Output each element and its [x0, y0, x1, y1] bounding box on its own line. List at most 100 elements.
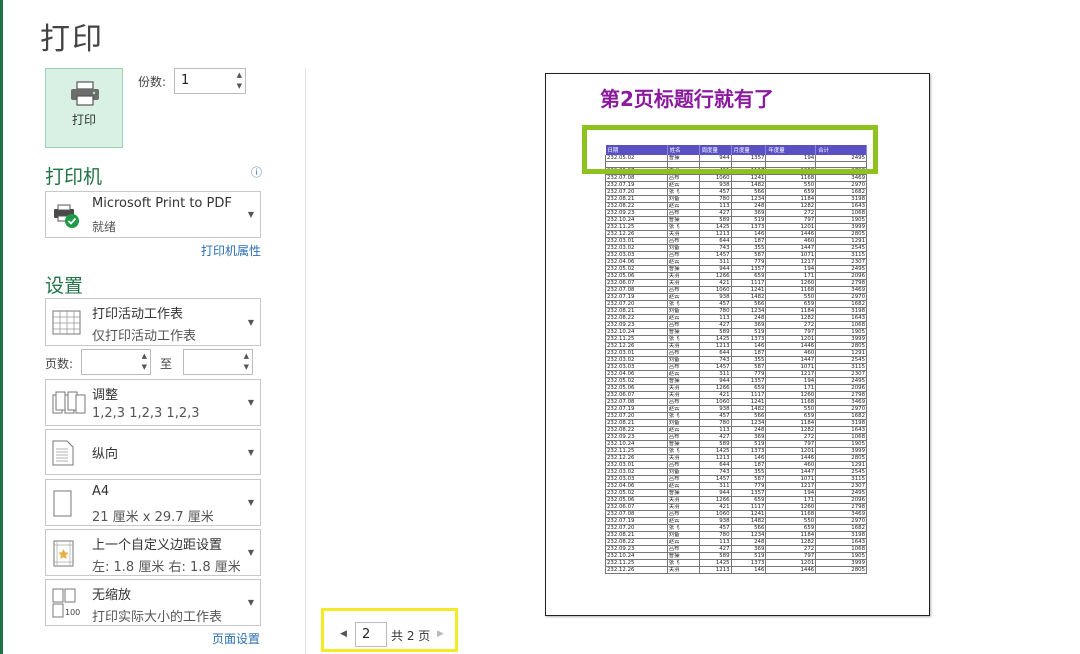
table-cell: 2805	[815, 230, 867, 238]
table-cell: 659	[765, 524, 817, 532]
table-cell: 1373	[731, 223, 767, 231]
table-cell: 1168	[765, 286, 817, 294]
printer-select[interactable]: Microsoft Print to PDF 就绪 ▼	[45, 191, 261, 238]
table-cell: 张飞	[667, 524, 700, 532]
table-cell: 2545	[815, 244, 867, 252]
table-cell: 194	[765, 489, 817, 497]
table-cell: 146	[731, 454, 767, 462]
table-cell: 赵云	[667, 538, 700, 546]
table-cell: 1068	[815, 433, 867, 441]
table-cell: 171	[765, 496, 817, 504]
table-cell: 519	[731, 328, 767, 336]
table-cell: 743	[699, 244, 732, 252]
table-row: 232.07.08 吕布 1060 1241 1168 3469	[605, 286, 867, 294]
table-cell: 232.03.02	[605, 356, 668, 364]
table-cell: 赵云	[667, 314, 700, 322]
table-cell: 关羽	[667, 496, 700, 504]
table-cell: 3115	[815, 363, 867, 371]
table-cell: 1060	[699, 398, 732, 406]
sheet-grid-icon	[52, 310, 82, 340]
table-cell: 272	[765, 545, 817, 553]
table-cell: 272	[765, 209, 817, 217]
margins-line2: 左: 1.8 厘米 右: 1.8 厘米	[92, 560, 241, 575]
pages-to-input[interactable]: ▲ ▼	[183, 349, 253, 375]
page-setup-link[interactable]: 页面设置	[212, 630, 260, 647]
table-cell: 460	[765, 349, 817, 357]
table-cell: 1682	[815, 300, 867, 308]
pages-from-input[interactable]: ▲ ▼	[81, 349, 151, 375]
decrement-icon[interactable]: ▼	[237, 82, 242, 90]
collate-select[interactable]: 调整 1,2,3 1,2,3 1,2,3 ▼	[45, 379, 261, 426]
table-cell: 232.03.01	[605, 349, 668, 357]
table-cell: 457	[699, 412, 732, 420]
table-cell: 2970	[815, 517, 867, 525]
info-icon[interactable]: ⓘ	[251, 164, 262, 180]
table-cell: 1446	[765, 342, 817, 350]
table-cell: 232.11.25	[605, 559, 668, 567]
previous-page-icon[interactable]: ◀	[340, 629, 347, 639]
increment-icon[interactable]: ▲	[237, 71, 242, 79]
orientation-select[interactable]: 纵向 ▼	[45, 429, 261, 475]
table-cell: 关羽	[667, 454, 700, 462]
table-cell: 780	[699, 419, 732, 427]
table-cell: 1373	[731, 335, 767, 343]
margins-select[interactable]: 上一个自定义边距设置 左: 1.8 厘米 右: 1.8 厘米 ▼	[45, 529, 261, 576]
table-cell: 1068	[815, 321, 867, 329]
increment-icon[interactable]: ▲	[244, 352, 249, 360]
copies-stepper[interactable]: 1 ▲ ▼	[174, 68, 246, 94]
table-cell: 关羽	[667, 391, 700, 399]
table-cell: 1291	[815, 237, 867, 245]
table-cell: 797	[765, 216, 817, 224]
decrement-icon[interactable]: ▼	[142, 363, 147, 371]
paper-size-select[interactable]: A4 21 厘米 x 29.7 厘米 ▼	[45, 479, 261, 526]
table-row: 232.04.06 赵云 311 779 1217 2307	[605, 258, 867, 266]
table-cell: 566	[731, 412, 767, 420]
print-what-select[interactable]: 打印活动工作表 仅打印活动工作表 ▼	[45, 298, 261, 346]
table-cell: 3469	[815, 174, 867, 182]
table-cell: 1643	[815, 538, 867, 546]
table-cell: 2307	[815, 482, 867, 490]
table-cell: 589	[699, 216, 732, 224]
table-row: 232.07.19 赵云 938 1482 550 2970	[605, 517, 867, 525]
table-cell: 1905	[815, 328, 867, 336]
table-row: 232.12.26 关羽 1213 146 1446 2805	[605, 230, 867, 238]
table-cell: 1213	[699, 566, 732, 574]
table-cell: 232.10.24	[605, 552, 668, 560]
table-cell: 232.03.02	[605, 244, 668, 252]
table-cell: 1266	[699, 384, 732, 392]
table-cell: 232.07.19	[605, 293, 668, 301]
table-cell: 1447	[765, 244, 817, 252]
table-cell: 1447	[765, 468, 817, 476]
scaling-select[interactable]: 100 无缩放 打印实际大小的工作表 ▼	[45, 579, 261, 626]
table-row: 232.03.01 吕布 644 187 460 1291	[605, 237, 867, 245]
table-cell: 1260	[765, 391, 817, 399]
next-page-icon[interactable]: ▶	[437, 629, 444, 639]
decrement-icon[interactable]: ▼	[244, 363, 249, 371]
table-cell: 2798	[815, 503, 867, 511]
table-cell: 2495	[815, 265, 867, 273]
svg-text:100: 100	[65, 608, 80, 617]
table-cell: 272	[765, 321, 817, 329]
current-page-input[interactable]: 2	[355, 622, 387, 647]
table-cell: 780	[699, 195, 732, 203]
table-row: 232.11.25 张飞 1425 1373 1201 3999	[605, 223, 867, 231]
table-cell: 3198	[815, 531, 867, 539]
printer-status: 就绪	[92, 220, 117, 234]
table-cell: 3469	[815, 510, 867, 518]
table-cell: 938	[699, 517, 732, 525]
table-row: 232.07.19 赵云 938 1482 550 2970	[605, 405, 867, 413]
printer-properties-link[interactable]: 打印机属性	[201, 242, 261, 259]
table-cell: 1357	[731, 377, 767, 385]
table-cell: 关羽	[667, 503, 700, 511]
table-row: 232.08.22 赵云 113 248 1282 1643	[605, 314, 867, 322]
table-cell: 1643	[815, 202, 867, 210]
table-cell: 赵云	[667, 181, 700, 189]
table-row: 232.12.26 关羽 1213 146 1446 2805	[605, 454, 867, 462]
table-row: 232.09.23 吕布 427 369 272 1068	[605, 545, 867, 553]
table-cell: 232.03.01	[605, 461, 668, 469]
increment-icon[interactable]: ▲	[142, 352, 147, 360]
table-row: 232.06.07 关羽 421 1117 1260 2798	[605, 503, 867, 511]
table-cell: 1060	[699, 174, 732, 182]
print-button[interactable]: 打印	[45, 68, 123, 148]
table-cell: 张飞	[667, 447, 700, 455]
